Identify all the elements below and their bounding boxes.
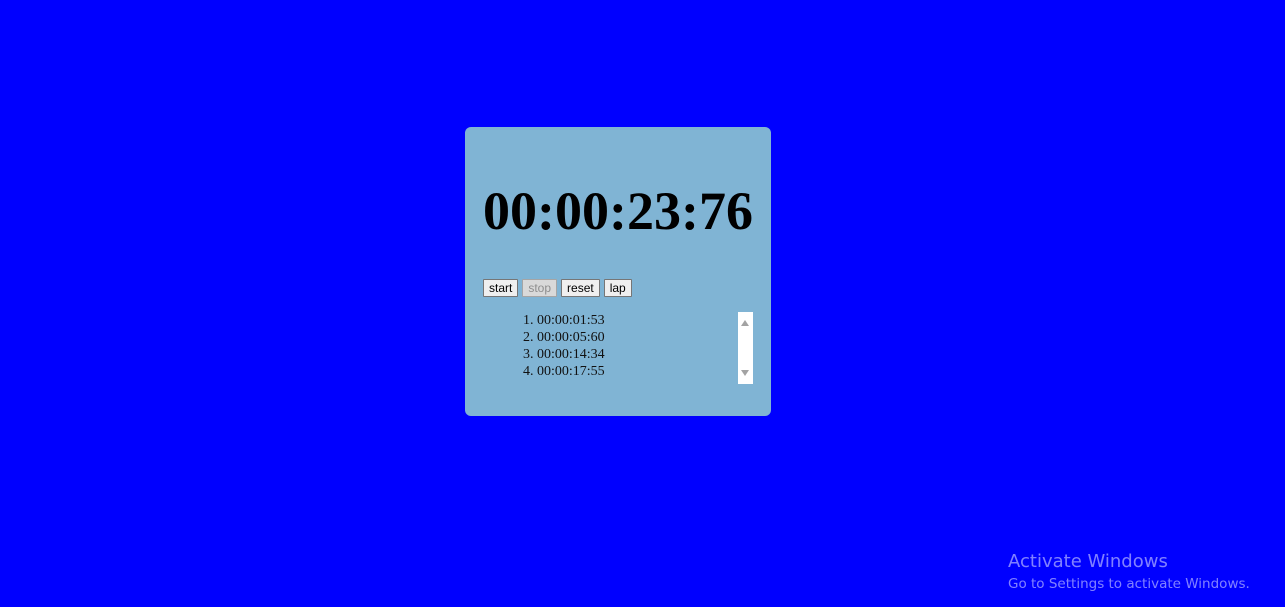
lap-item: 00:00:17:55 [537, 363, 753, 380]
lap-list: 00:00:01:53 00:00:05:60 00:00:14:34 00:0… [483, 312, 753, 380]
lap-item: 00:00:05:60 [537, 329, 753, 346]
lap-list-container: 00:00:01:53 00:00:05:60 00:00:14:34 00:0… [483, 312, 753, 384]
lap-button[interactable]: lap [603, 279, 632, 297]
activate-windows-watermark: Activate Windows Go to Settings to activ… [1008, 551, 1250, 595]
lap-list-scrollbar[interactable] [738, 312, 753, 384]
stopwatch-controls: start stop reset lap [483, 279, 632, 297]
watermark-title: Activate Windows [1008, 551, 1168, 572]
stopwatch-card: 00:00:23:76 start stop reset lap 00:00:0… [465, 127, 771, 416]
stopwatch-display: 00:00:23:76 [483, 181, 753, 241]
lap-item: 00:00:14:34 [537, 346, 753, 363]
lap-item: 00:00:01:53 [537, 312, 753, 329]
reset-button[interactable]: reset [561, 279, 600, 297]
stop-button[interactable]: stop [522, 279, 558, 297]
scroll-up-arrow-icon[interactable] [741, 320, 749, 326]
watermark-subtitle: Go to Settings to activate Windows. [1008, 576, 1250, 592]
scroll-down-arrow-icon[interactable] [741, 370, 749, 376]
start-button[interactable]: start [483, 279, 519, 297]
